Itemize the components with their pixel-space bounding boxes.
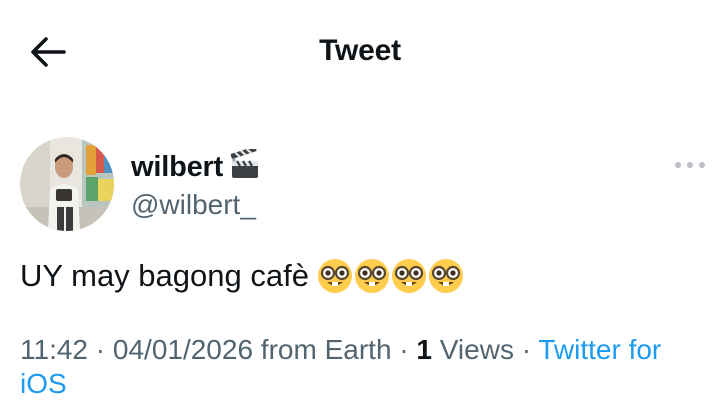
user-handle[interactable]: @wilbert_ [131,189,256,221]
nerd-face-icon [317,259,352,293]
tweet-meta: 11:42 · 04/01/2026 from Earth · 1 Views … [20,333,680,401]
more-options-button[interactable] [673,157,707,173]
nerd-face-icon [428,259,463,293]
meta-separator: · [88,334,113,365]
views-count[interactable]: 1 [416,334,432,365]
avatar[interactable] [20,137,114,231]
meta-separator: · [391,334,417,365]
display-name: wilbert [131,151,224,183]
tweet-location: from Earth [253,334,392,365]
nerd-face-icon [391,259,426,293]
clapper-board-icon [229,146,261,186]
views-label[interactable]: Views [432,334,514,365]
tweet-header: Tweet [0,0,720,104]
tweet-author: wilbert @wilbert_ [20,137,705,233]
tweet-time[interactable]: 11:42 [20,334,88,365]
tweet-body: UY may bagong cafè [20,258,309,293]
tweet-text: UY may bagong cafè [20,258,464,294]
tweet-date[interactable]: 04/01/2026 [113,334,253,365]
page-title: Tweet [319,34,401,67]
emoji-row [317,258,464,294]
nerd-face-icon [354,259,389,293]
display-name-link[interactable]: wilbert [131,146,261,186]
meta-separator: · [513,334,539,365]
more-horizontal-icon [675,162,705,168]
